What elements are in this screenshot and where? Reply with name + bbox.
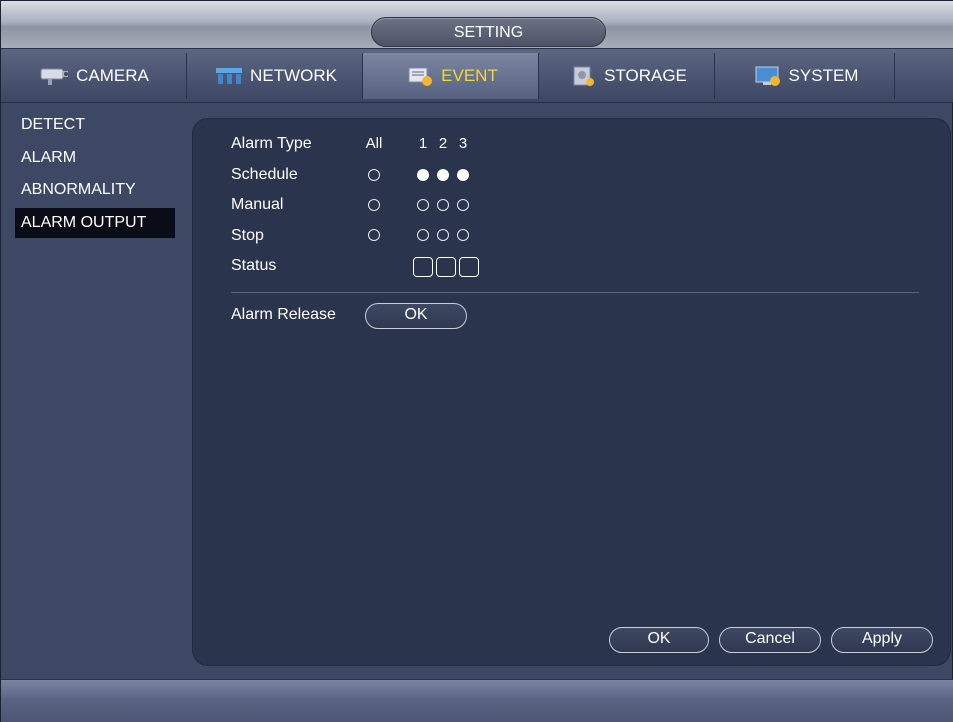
divider <box>231 292 919 293</box>
event-icon <box>408 67 433 86</box>
manual-all-radio[interactable] <box>368 199 380 211</box>
schedule-label: Schedule <box>231 166 298 183</box>
channel-3-header: 3 <box>458 135 468 152</box>
tab-storage[interactable]: STORAGE <box>539 53 715 99</box>
all-column-header: All <box>365 135 383 152</box>
page-title: SETTING <box>453 24 524 41</box>
tab-camera[interactable]: CAMERA <box>1 53 187 99</box>
sidebar-item-detect[interactable]: DETECT <box>15 110 175 140</box>
stop-channel-2-radio[interactable] <box>437 229 449 241</box>
sidebar-item-alarm-output[interactable]: ALARM OUTPUT <box>15 208 175 238</box>
system-icon <box>755 66 780 86</box>
channel-2-header: 2 <box>438 135 448 152</box>
schedule-all-radio[interactable] <box>368 169 380 181</box>
status-label: Status <box>231 257 277 274</box>
apply-button[interactable]: Apply <box>831 627 933 653</box>
alarm-release-ok-button[interactable]: OK <box>365 303 467 329</box>
alarm-release-label: Alarm Release <box>231 306 336 323</box>
schedule-channel-2-radio[interactable] <box>437 169 449 181</box>
alarm-type-label: Alarm Type <box>231 135 312 152</box>
stop-channel-3-radio[interactable] <box>457 229 469 241</box>
tab-label: SYSTEM <box>788 66 859 85</box>
manual-label: Manual <box>231 196 284 213</box>
storage-icon <box>573 66 595 86</box>
tab-bar: CAMERA NETWORK EVENT STORAGE SYSTEM <box>1 49 953 103</box>
tab-event[interactable]: EVENT <box>363 53 539 99</box>
camera-icon <box>40 68 69 85</box>
status-channel-1-indicator <box>413 257 433 277</box>
stop-all-radio[interactable] <box>368 229 380 241</box>
title-pill: SETTING <box>371 17 606 47</box>
title-bar: SETTING <box>1 1 953 49</box>
settings-window: SETTING CAMERA NETWORK EVENT STORAGE SYS… <box>0 0 953 722</box>
sidebar-item-abnormality[interactable]: ABNORMALITY <box>15 175 175 205</box>
tab-label: STORAGE <box>604 66 687 85</box>
status-channel-3-indicator <box>459 257 479 277</box>
manual-channel-2-radio[interactable] <box>437 199 449 211</box>
stop-label: Stop <box>231 227 264 244</box>
tab-label: EVENT <box>441 66 498 85</box>
stop-channel-1-radio[interactable] <box>417 229 429 241</box>
bottom-bar <box>1 679 953 722</box>
manual-channel-1-radio[interactable] <box>417 199 429 211</box>
network-icon <box>216 68 243 84</box>
sidebar-item-alarm[interactable]: ALARM <box>15 143 175 173</box>
cancel-button[interactable]: Cancel <box>719 627 821 653</box>
schedule-channel-1-radio[interactable] <box>417 169 429 181</box>
channel-1-header: 1 <box>418 135 428 152</box>
tab-label: CAMERA <box>76 66 149 85</box>
ok-button[interactable]: OK <box>609 627 709 653</box>
tab-network[interactable]: NETWORK <box>187 53 363 99</box>
tab-label: NETWORK <box>250 66 337 85</box>
alarm-output-panel: Alarm Type All 1 2 3 Schedule Manual Sto… <box>192 118 951 666</box>
manual-channel-3-radio[interactable] <box>457 199 469 211</box>
tab-system[interactable]: SYSTEM <box>715 53 895 99</box>
schedule-channel-3-radio[interactable] <box>457 169 469 181</box>
status-channel-2-indicator <box>436 257 456 277</box>
